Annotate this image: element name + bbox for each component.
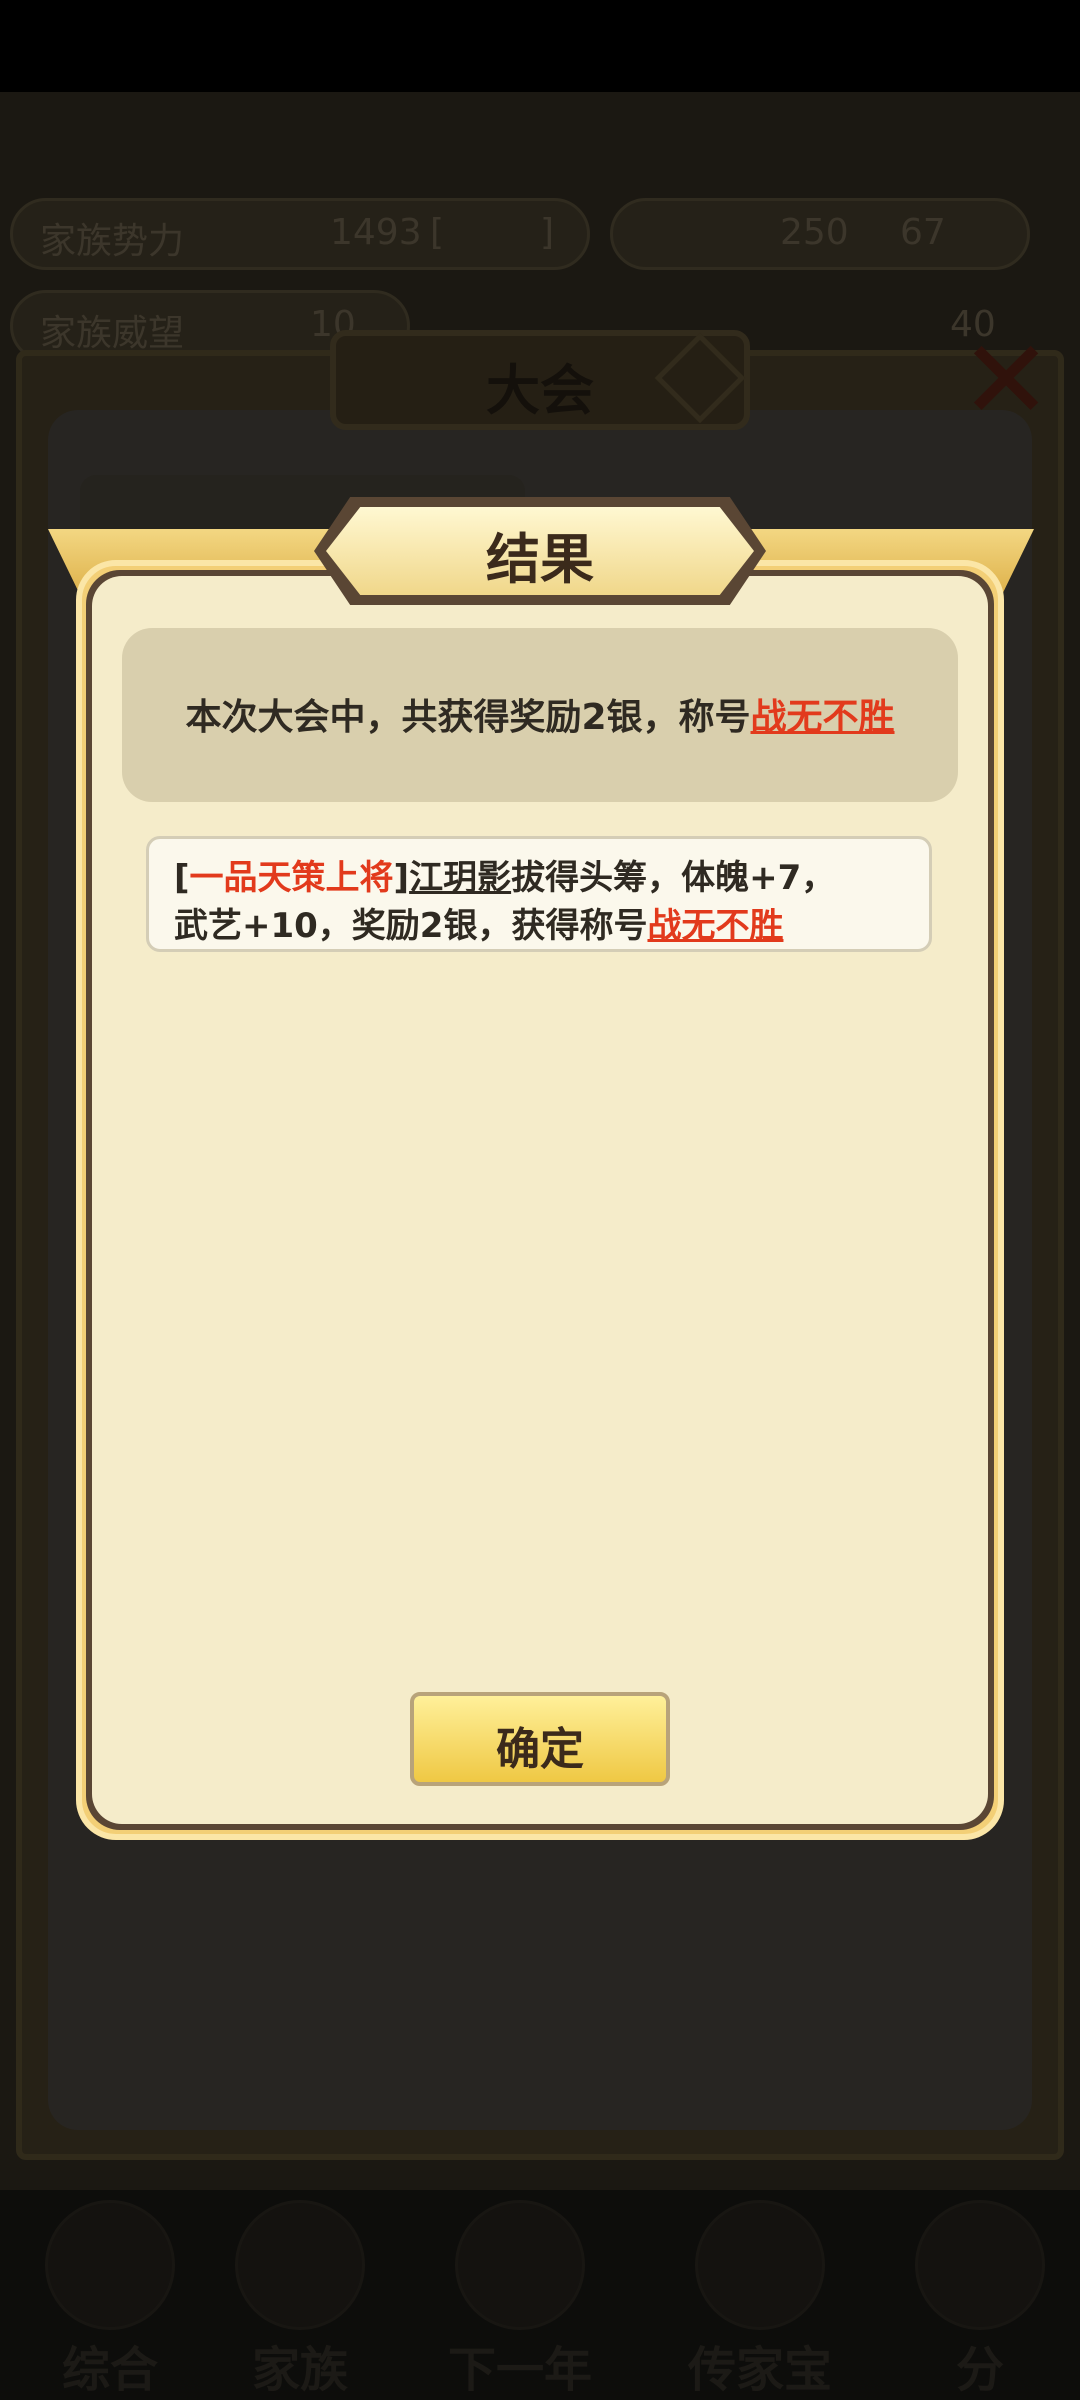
result-line-1-text: 拔得头筹，体魄+7， (511, 858, 836, 898)
earned-title-link[interactable]: 战无不胜 (647, 906, 783, 946)
rank-bracket-open: [ (174, 858, 190, 898)
summary-prefix: 本次大会中，共获得奖励2银，称号 (185, 697, 751, 738)
dialog-title: 结果 (486, 528, 594, 591)
result-detail-line-2: 武艺+10，奖励2银，获得称号战无不胜 (174, 898, 783, 947)
result-line-2-text: 武艺+10，奖励2银，获得称号 (174, 906, 648, 946)
summary-title-link[interactable]: 战无不胜 (751, 697, 895, 738)
rank-label: 一品天策上将 (189, 858, 394, 898)
rank-bracket-close: ] (393, 858, 410, 898)
character-name-link[interactable]: 江玥影 (409, 858, 511, 898)
result-detail-line-1: [一品天策上将]江玥影拔得头筹，体魄+7， (174, 850, 835, 899)
summary-text: 本次大会中，共获得奖励2银，称号战无不胜 (122, 688, 958, 740)
confirm-button-label: 确定 (496, 1724, 584, 1775)
